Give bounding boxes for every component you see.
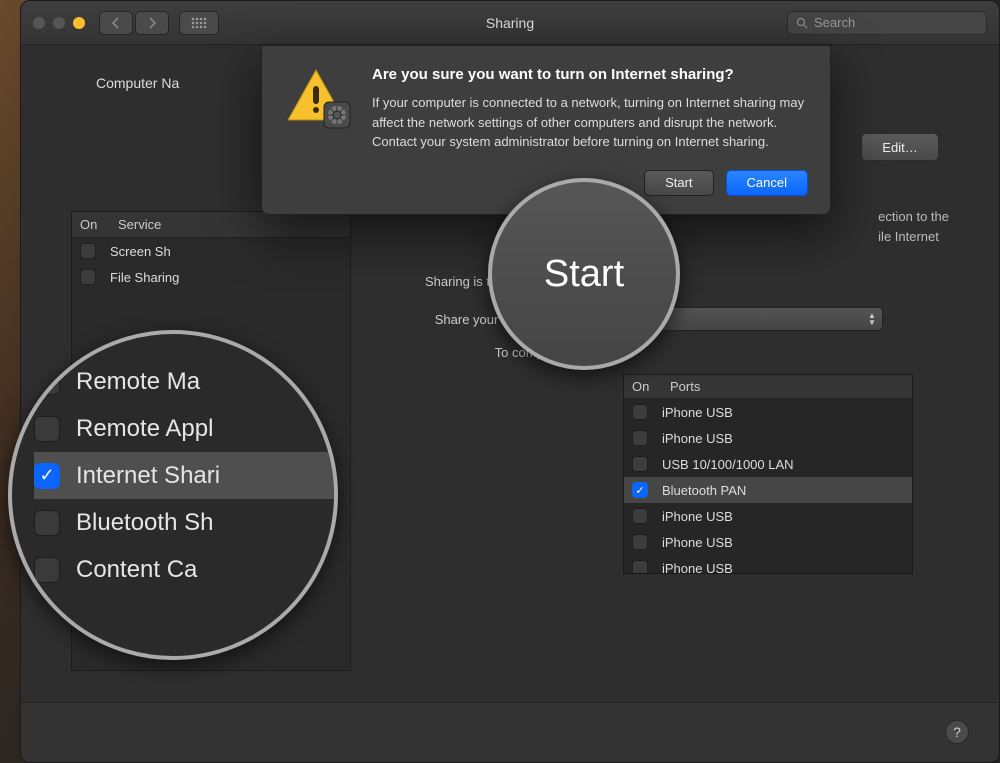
popup-arrows-icon: ▲▼	[864, 310, 880, 328]
forward-button[interactable]	[135, 11, 169, 35]
magnified-label: Remote Appl	[76, 415, 213, 443]
magnified-label: Remote Ma	[76, 368, 200, 396]
port-checkbox[interactable]	[632, 430, 648, 446]
port-row[interactable]: ✓ Bluetooth PAN	[624, 477, 912, 503]
port-checkbox[interactable]	[632, 456, 648, 472]
col-header-ports: Ports	[670, 379, 700, 394]
port-checkbox[interactable]	[632, 508, 648, 524]
magnified-start-callout: Start	[488, 178, 680, 370]
service-checkbox[interactable]	[80, 243, 96, 259]
service-row[interactable]: File Sharing	[72, 264, 350, 290]
magnified-service-row[interactable]: Bluetooth Sh	[34, 499, 334, 546]
port-row[interactable]: iPhone USB	[624, 425, 912, 451]
port-row[interactable]: USB 10/100/1000 LAN	[624, 451, 912, 477]
col-header-on: On	[632, 379, 656, 394]
magnified-start-label: Start	[544, 253, 624, 296]
port-checkbox[interactable]	[632, 560, 648, 574]
magnified-label: Content Ca	[76, 556, 197, 584]
minimize-window-button[interactable]	[53, 17, 65, 29]
dialog-start-button[interactable]: Start	[644, 170, 713, 196]
service-checkbox[interactable]	[80, 269, 96, 285]
ports-table-header: On Ports	[624, 375, 912, 399]
window-titlebar: Sharing Search	[21, 1, 999, 45]
service-label: Screen Sh	[110, 244, 171, 259]
port-row[interactable]: iPhone USB	[624, 503, 912, 529]
magnified-checkbox[interactable]: ✓	[34, 463, 60, 489]
back-button[interactable]	[99, 11, 133, 35]
window-footer: ?	[21, 702, 999, 762]
col-header-on: On	[80, 217, 104, 232]
dialog-body: If your computer is connected to a netwo…	[372, 93, 808, 152]
port-label: iPhone USB	[662, 561, 733, 575]
magnified-service-row[interactable]: Remote Appl	[34, 405, 334, 452]
port-row[interactable]: iPhone USB	[624, 399, 912, 425]
help-button[interactable]: ?	[945, 720, 969, 744]
magnified-label: Internet Shari	[76, 462, 220, 490]
help-icon: ?	[953, 724, 961, 740]
edit-computer-name-button[interactable]: Edit…	[861, 133, 939, 161]
port-row[interactable]: iPhone USB	[624, 555, 912, 574]
ports-list[interactable]: iPhone USB iPhone USB USB 10/100/1000 LA…	[624, 399, 912, 574]
col-header-service: Service	[118, 217, 161, 232]
magnified-label: Bluetooth Sh	[76, 509, 213, 537]
magnified-services-callout: Remote Ma Remote Appl ✓ Internet Shari Bl…	[8, 330, 338, 660]
search-input[interactable]: Search	[787, 11, 987, 35]
port-checkbox[interactable]	[632, 534, 648, 550]
port-label: iPhone USB	[662, 509, 733, 524]
search-placeholder: Search	[814, 15, 855, 30]
magnified-checkbox[interactable]	[34, 416, 60, 442]
services-table-header: On Service	[72, 212, 350, 238]
magnified-checkbox[interactable]	[34, 369, 60, 395]
magnified-checkbox[interactable]	[34, 510, 60, 536]
port-label: Bluetooth PAN	[662, 483, 746, 498]
port-checkbox[interactable]: ✓	[632, 482, 648, 498]
warning-icon	[284, 66, 356, 130]
service-label: File Sharing	[110, 270, 179, 285]
port-checkbox[interactable]	[632, 404, 648, 420]
ports-table: On Ports iPhone USB iPhone USB USB 10/10…	[623, 374, 913, 574]
zoom-window-button[interactable]	[73, 17, 85, 29]
traffic-lights	[33, 17, 85, 29]
magnified-service-row[interactable]: ✓ Internet Shari	[34, 452, 334, 499]
dialog-start-label: Start	[665, 175, 692, 190]
magnified-service-row[interactable]: Content Ca	[34, 546, 334, 593]
port-label: USB 10/100/1000 LAN	[662, 457, 794, 472]
show-all-prefs-button[interactable]	[179, 11, 219, 35]
search-icon	[796, 17, 808, 29]
dialog-heading: Are you sure you want to turn on Interne…	[372, 66, 808, 83]
port-label: iPhone USB	[662, 535, 733, 550]
service-row[interactable]: Screen Sh	[72, 238, 350, 264]
port-label: iPhone USB	[662, 431, 733, 446]
port-label: iPhone USB	[662, 405, 733, 420]
dialog-cancel-label: Cancel	[747, 175, 787, 190]
port-row[interactable]: iPhone USB	[624, 529, 912, 555]
dialog-cancel-button[interactable]: Cancel	[726, 170, 808, 196]
magnified-checkbox[interactable]	[34, 557, 60, 583]
close-window-button[interactable]	[33, 17, 45, 29]
magnified-service-row[interactable]: Remote Ma	[34, 358, 334, 405]
detail-desc-tail: ection to the ile Internet	[878, 207, 949, 246]
nav-buttons	[99, 11, 169, 35]
